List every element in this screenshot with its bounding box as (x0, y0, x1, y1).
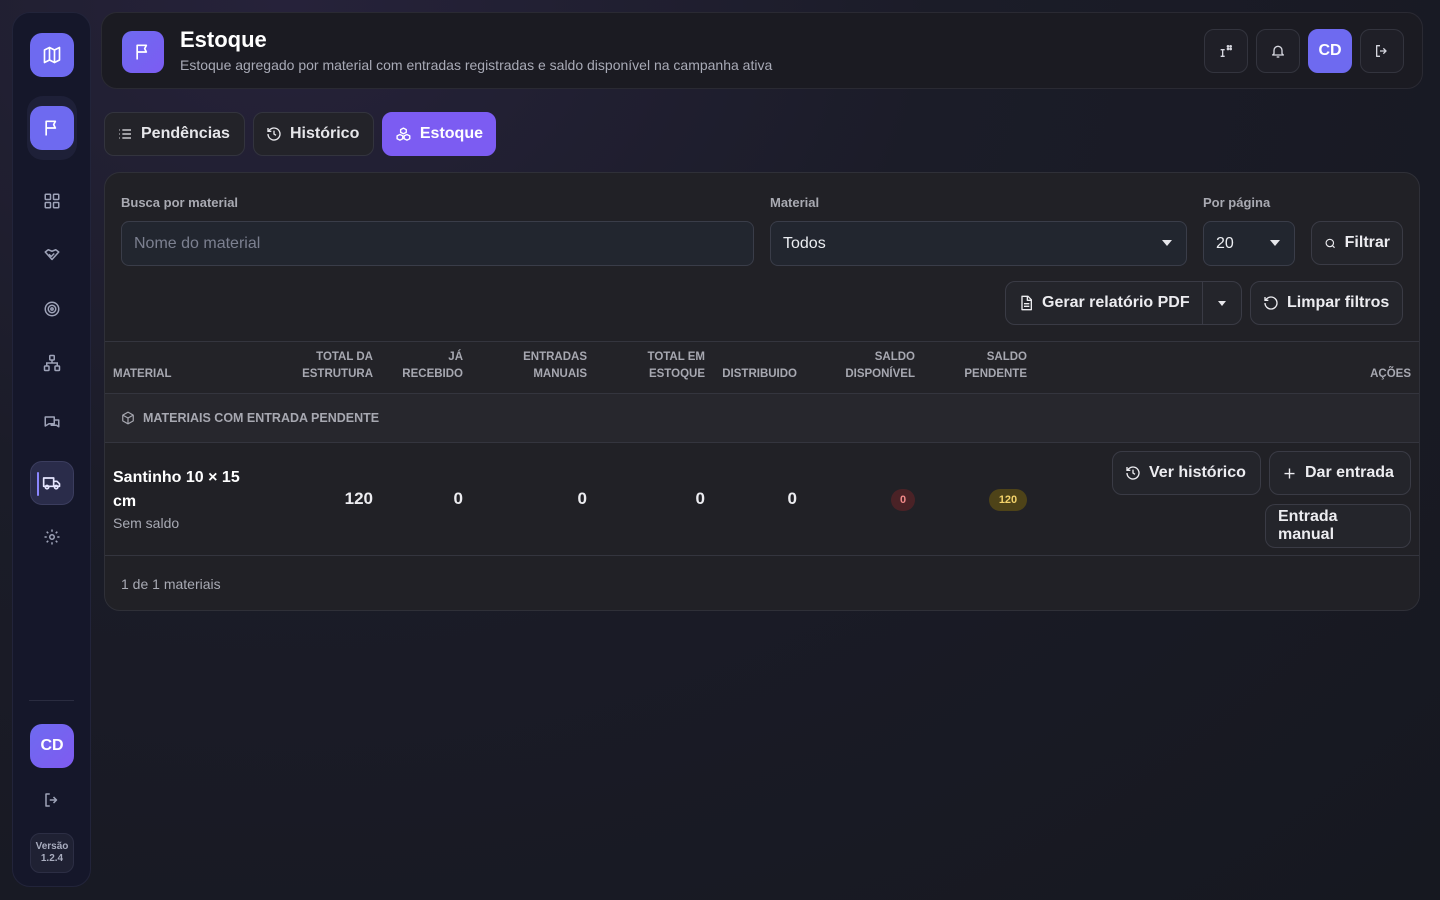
stock-card: Busca por material Material Todos Por pá… (104, 172, 1420, 611)
tab-historico[interactable]: Histórico (253, 112, 374, 156)
logout-icon[interactable] (1360, 29, 1404, 73)
tab-pendencias[interactable]: Pendências (104, 112, 245, 156)
col-saldo-pendente: SALDO PENDENTE (964, 351, 1027, 380)
table-header: MATERIAL TOTAL DA ESTRUTURA JÁ RECEBIDO EN… (105, 341, 1419, 394)
col-ja-recebido: JÁ RECEBIDO (402, 351, 463, 380)
document-icon (1021, 295, 1032, 311)
material-status: Sem saldo (113, 515, 180, 531)
org-chart-icon[interactable] (30, 341, 74, 385)
flag-icon (122, 31, 164, 73)
pdf-options-button[interactable] (1202, 281, 1242, 325)
list-icon (119, 129, 131, 139)
page-title: Estoque (180, 27, 267, 52)
cell-distribuido: 0 (787, 489, 797, 508)
view-history-label: Ver histórico (1149, 464, 1246, 481)
chat-icon[interactable] (30, 401, 74, 445)
user-avatar-button[interactable]: CD (1308, 29, 1352, 73)
cell-total-estoque: 0 (695, 489, 705, 508)
version-number: 1.2.4 (40, 853, 64, 864)
cell-total-estrutura: 120 (344, 489, 373, 508)
history-icon (1126, 466, 1140, 480)
accessibility-button[interactable] (1204, 29, 1248, 73)
refresh-icon (1264, 296, 1278, 310)
tab-label: Histórico (290, 125, 360, 142)
logout-icon[interactable] (30, 778, 74, 822)
search-input[interactable] (134, 234, 741, 253)
material-select-value: Todos (783, 234, 826, 252)
plus-icon (1284, 468, 1295, 478)
material-name: Santinho 10 × 15 cm (113, 469, 240, 510)
page-header: Estoque Estoque agregado por material co… (101, 12, 1423, 89)
search-icon (1325, 238, 1335, 248)
bell-icon[interactable] (1256, 29, 1300, 73)
add-entry-button[interactable]: Dar entrada (1269, 451, 1411, 495)
col-acoes: AÇÕES (1370, 368, 1411, 380)
tab-estoque[interactable]: Estoque (382, 112, 496, 156)
version-label: Versão (35, 841, 69, 852)
pdf-report-label: Gerar relatório PDF (1042, 294, 1190, 311)
filter-button-label: Filtrar (1344, 234, 1390, 251)
cell-entradas-manuais: 0 (577, 489, 587, 508)
tab-label: Estoque (419, 125, 483, 142)
chevron-down-icon (1162, 240, 1172, 246)
col-material: MATERIAL (113, 368, 172, 380)
sidebar-item-campaign[interactable] (26, 96, 77, 160)
per-page-select[interactable]: 20 (1203, 221, 1295, 266)
status-badge: 0 (891, 489, 915, 511)
col-distribuido: DISTRIBUIDO (722, 368, 797, 380)
filter-button[interactable]: Filtrar (1311, 221, 1403, 265)
grid-icon[interactable] (30, 179, 74, 223)
material-label: Material (770, 195, 820, 210)
col-entradas-manuais: ENTRADAS MANUAIS (523, 351, 587, 380)
version-badge: Versão 1.2.4 (30, 833, 74, 873)
target-icon[interactable] (30, 287, 74, 331)
group-row: MATERIAIS COM ENTRADA PENDENTE (105, 394, 1419, 443)
per-page-label: Por página (1203, 195, 1271, 210)
view-history-button[interactable]: Ver histórico (1112, 451, 1261, 495)
per-page-value: 20 (1216, 234, 1234, 252)
status-badge: 120 (989, 489, 1027, 511)
handshake-icon[interactable] (30, 233, 74, 277)
chevron-down-icon (1270, 240, 1280, 246)
table-row: Santinho 10 × 15 cm Sem saldo 120 0 0 0 … (105, 443, 1419, 556)
manual-entry-label: Entrada manual (1278, 508, 1338, 543)
cell-ja-recebido: 0 (453, 489, 463, 508)
col-saldo-disponivel: SALDO DISPONÍVEL (845, 351, 915, 380)
search-label: Busca por material (121, 195, 239, 210)
search-input-wrap (121, 221, 754, 266)
pdf-report-button[interactable]: Gerar relatório PDF (1005, 281, 1203, 325)
clear-filters-button[interactable]: Limpar filtros (1250, 281, 1403, 325)
sidebar-divider (29, 700, 74, 701)
map-icon[interactable] (29, 33, 74, 77)
material-select[interactable]: Todos (770, 221, 1187, 266)
manual-entry-button[interactable]: Entrada manual (1265, 504, 1411, 548)
add-entry-label: Dar entrada (1305, 464, 1394, 481)
col-total-estoque: TOTAL EM ESTOQUE (647, 351, 706, 380)
history-icon (267, 127, 281, 141)
sidebar: CD Versão 1.2.4 (12, 12, 91, 887)
group-label: MATERIAIS COM ENTRADA PENDENTE (143, 411, 380, 425)
tab-label: Pendências (141, 125, 230, 142)
flag-icon (29, 106, 74, 150)
avatar[interactable]: CD (30, 724, 74, 768)
clear-filters-label: Limpar filtros (1287, 294, 1390, 311)
pagination-summary: 1 de 1 materiais (121, 576, 221, 592)
boxes-icon (396, 126, 411, 141)
truck-icon[interactable] (29, 461, 74, 505)
chevron-down-icon (1218, 300, 1226, 306)
package-icon (122, 411, 134, 425)
page-subtitle: Estoque agregado por material com entrad… (180, 57, 773, 73)
col-total-estrutura: TOTAL DA ESTRUTURA (302, 351, 373, 380)
gear-icon[interactable] (30, 515, 74, 559)
